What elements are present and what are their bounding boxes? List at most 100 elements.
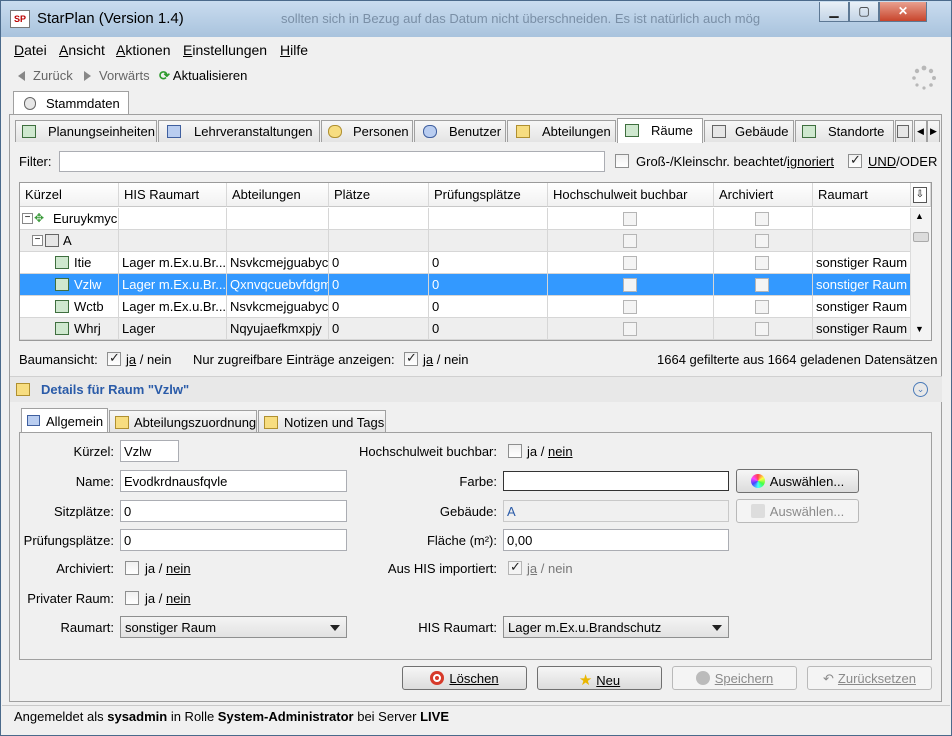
row-hochschulweit-checkbox[interactable] xyxy=(623,278,637,292)
table-vertical-scrollbar[interactable]: ▲ ▼ xyxy=(910,208,931,340)
room-icon xyxy=(55,322,69,335)
title-bar: SP StarPlan (Version 1.4) sollten sich i… xyxy=(1,1,951,37)
table-row[interactable]: − ✥ Euruykmyc xyxy=(20,208,911,230)
flaeche-label: Fläche (m²): xyxy=(426,533,497,548)
his-raumart-select[interactable]: Lager m.Ex.u.Brandschutz xyxy=(503,616,729,638)
tab-scroll-left-button[interactable]: ◀ xyxy=(914,120,927,142)
gebaeude-field[interactable]: A xyxy=(503,500,729,522)
row-kuerzel: Euruykmyc xyxy=(53,211,118,226)
delete-button[interactable]: Löschen xyxy=(402,666,527,690)
tree-collapse-icon[interactable]: − xyxy=(32,235,43,246)
column-chooser-button[interactable]: ⇩ xyxy=(911,183,931,207)
table-row[interactable]: − A xyxy=(20,230,911,252)
folder-icon xyxy=(115,416,129,429)
kuerzel-field[interactable]: Vzlw xyxy=(120,440,179,462)
tab-raeume[interactable]: Räume xyxy=(617,118,703,143)
maximize-button[interactable]: ▢ xyxy=(849,2,879,22)
save-button[interactable]: Speichern xyxy=(672,666,797,690)
raumart-label: Raumart: xyxy=(60,620,114,635)
new-button[interactable]: ★ Neu xyxy=(537,666,662,690)
row-hochschulweit-checkbox[interactable] xyxy=(623,212,637,226)
collapse-chevron-icon[interactable]: ⌄ xyxy=(913,382,928,397)
row-hochschulweit-checkbox[interactable] xyxy=(623,256,637,270)
tab-scroll-right-button[interactable]: ▶ xyxy=(927,120,940,142)
col-header-his-raumart[interactable]: HIS Raumart xyxy=(119,183,227,207)
tree-collapse-icon[interactable]: − xyxy=(22,213,33,224)
col-header-raumart[interactable]: Raumart xyxy=(813,183,911,207)
col-header-archiviert[interactable]: Archiviert xyxy=(714,183,813,207)
refresh-button[interactable]: ⟳ Aktualisieren xyxy=(159,68,247,84)
row-hochschulweit-checkbox[interactable] xyxy=(623,322,637,336)
col-header-hochschulweit[interactable]: Hochschulweit buchbar xyxy=(548,183,714,207)
farbe-field[interactable] xyxy=(503,471,729,491)
and-or-checkbox[interactable] xyxy=(848,152,862,168)
col-header-plaetze[interactable]: Plätze xyxy=(329,183,429,207)
baumansicht-option-label: ja / nein xyxy=(126,352,172,367)
baumansicht-checkbox[interactable] xyxy=(107,350,121,366)
name-field[interactable]: Evodkrdnausfqvle xyxy=(120,470,347,492)
building-icon xyxy=(45,234,59,247)
reset-button[interactable]: ↶ Zurücksetzen xyxy=(807,666,932,690)
col-header-abteilungen[interactable]: Abteilungen xyxy=(227,183,329,207)
detail-tab-abteilungszuordnung[interactable]: Abteilungszuordnung xyxy=(109,410,257,432)
tab-overflow[interactable] xyxy=(895,120,913,142)
row-archiviert-checkbox[interactable] xyxy=(755,212,769,226)
flaeche-field[interactable]: 0,00 xyxy=(503,529,729,551)
lecture-icon xyxy=(167,125,181,138)
hochschulweit-checkbox[interactable] xyxy=(508,444,522,458)
menu-ansicht[interactable]: Ansicht xyxy=(59,42,105,58)
archiviert-checkbox[interactable] xyxy=(125,561,139,575)
row-archiviert-checkbox[interactable] xyxy=(755,234,769,248)
row-hochschulweit-checkbox[interactable] xyxy=(623,234,637,248)
sitzplaetze-field[interactable]: 0 xyxy=(120,500,347,522)
row-kuerzel: Vzlw xyxy=(74,277,102,292)
detail-tab-notizen[interactable]: Notizen und Tags xyxy=(258,410,386,432)
tab-benutzer[interactable]: Benutzer xyxy=(414,120,506,142)
tab-planungseinheiten[interactable]: Planungseinheiten xyxy=(15,120,157,142)
tab-lehrveranstaltungen[interactable]: Lehrveranstaltungen xyxy=(158,120,320,142)
table-row-selected[interactable]: Vzlw Lager m.Ex.u.Br... Qxnvqcuebvfdgm 0… xyxy=(20,274,911,296)
baumansicht-label: Baumansicht: xyxy=(19,352,98,367)
archiviert-label: Archiviert: xyxy=(56,561,114,576)
tab-stammdaten[interactable]: Stammdaten xyxy=(13,91,129,115)
scrollbar-thumb[interactable] xyxy=(913,232,929,242)
col-header-pruefungsplaetze[interactable]: Prüfungsplätze xyxy=(429,183,548,207)
pruefungsplaetze-field[interactable]: 0 xyxy=(120,529,347,551)
farbe-auswaehlen-button[interactable]: Auswählen... xyxy=(736,469,859,493)
tab-standorte[interactable]: Standorte xyxy=(795,120,894,142)
raumart-select[interactable]: sonstiger Raum xyxy=(120,616,347,638)
menu-datei[interactable]: Datei xyxy=(14,42,47,58)
back-button[interactable]: Zurück xyxy=(18,68,73,83)
table-row[interactable]: Whrj Lager Nqyujaefkmxpjy 0 0 sonstiger … xyxy=(20,318,911,340)
tab-gebaeude[interactable]: Gebäude xyxy=(704,120,794,142)
row-archiviert-checkbox[interactable] xyxy=(755,322,769,336)
row-archiviert-checkbox[interactable] xyxy=(755,300,769,314)
scroll-down-icon[interactable]: ▼ xyxy=(915,324,924,334)
zugreifbar-label: Nur zugreifbare Einträge anzeigen: xyxy=(193,352,395,367)
user-icon xyxy=(423,125,437,138)
zugreifbar-checkbox[interactable] xyxy=(404,350,418,366)
farbe-label: Farbe: xyxy=(459,474,497,489)
minimize-button[interactable]: ▁ xyxy=(819,2,849,22)
detail-tab-allgemein[interactable]: Allgemein xyxy=(21,408,108,433)
case-sensitive-checkbox[interactable] xyxy=(615,154,629,168)
row-archiviert-checkbox[interactable] xyxy=(755,256,769,270)
pruefungsplaetze-label: Prüfungsplätze: xyxy=(23,533,114,548)
tab-personen[interactable]: Personen xyxy=(321,120,413,142)
menu-hilfe[interactable]: Hilfe xyxy=(280,42,308,58)
menu-einstellungen[interactable]: Einstellungen xyxy=(183,42,267,58)
privater-raum-checkbox[interactable] xyxy=(125,591,139,605)
forward-button[interactable]: Vorwärts xyxy=(84,68,150,83)
menu-aktionen[interactable]: Aktionen xyxy=(116,42,171,58)
scroll-up-icon[interactable]: ▲ xyxy=(915,211,924,221)
tab-abteilungen[interactable]: Abteilungen xyxy=(507,120,616,142)
gebaeude-auswaehlen-button[interactable]: Auswählen... xyxy=(736,499,859,523)
row-kuerzel: Whrj xyxy=(74,321,101,336)
row-archiviert-checkbox[interactable] xyxy=(755,278,769,292)
close-button[interactable]: ✕ xyxy=(879,2,927,22)
table-row[interactable]: Wctb Lager m.Ex.u.Br... Nsvkcmejguabyc 0… xyxy=(20,296,911,318)
col-header-kuerzel[interactable]: Kürzel xyxy=(20,183,119,207)
filter-input[interactable] xyxy=(59,151,605,172)
table-row[interactable]: Itie Lager m.Ex.u.Br... Nsvkcmejguabyc 0… xyxy=(20,252,911,274)
row-hochschulweit-checkbox[interactable] xyxy=(623,300,637,314)
